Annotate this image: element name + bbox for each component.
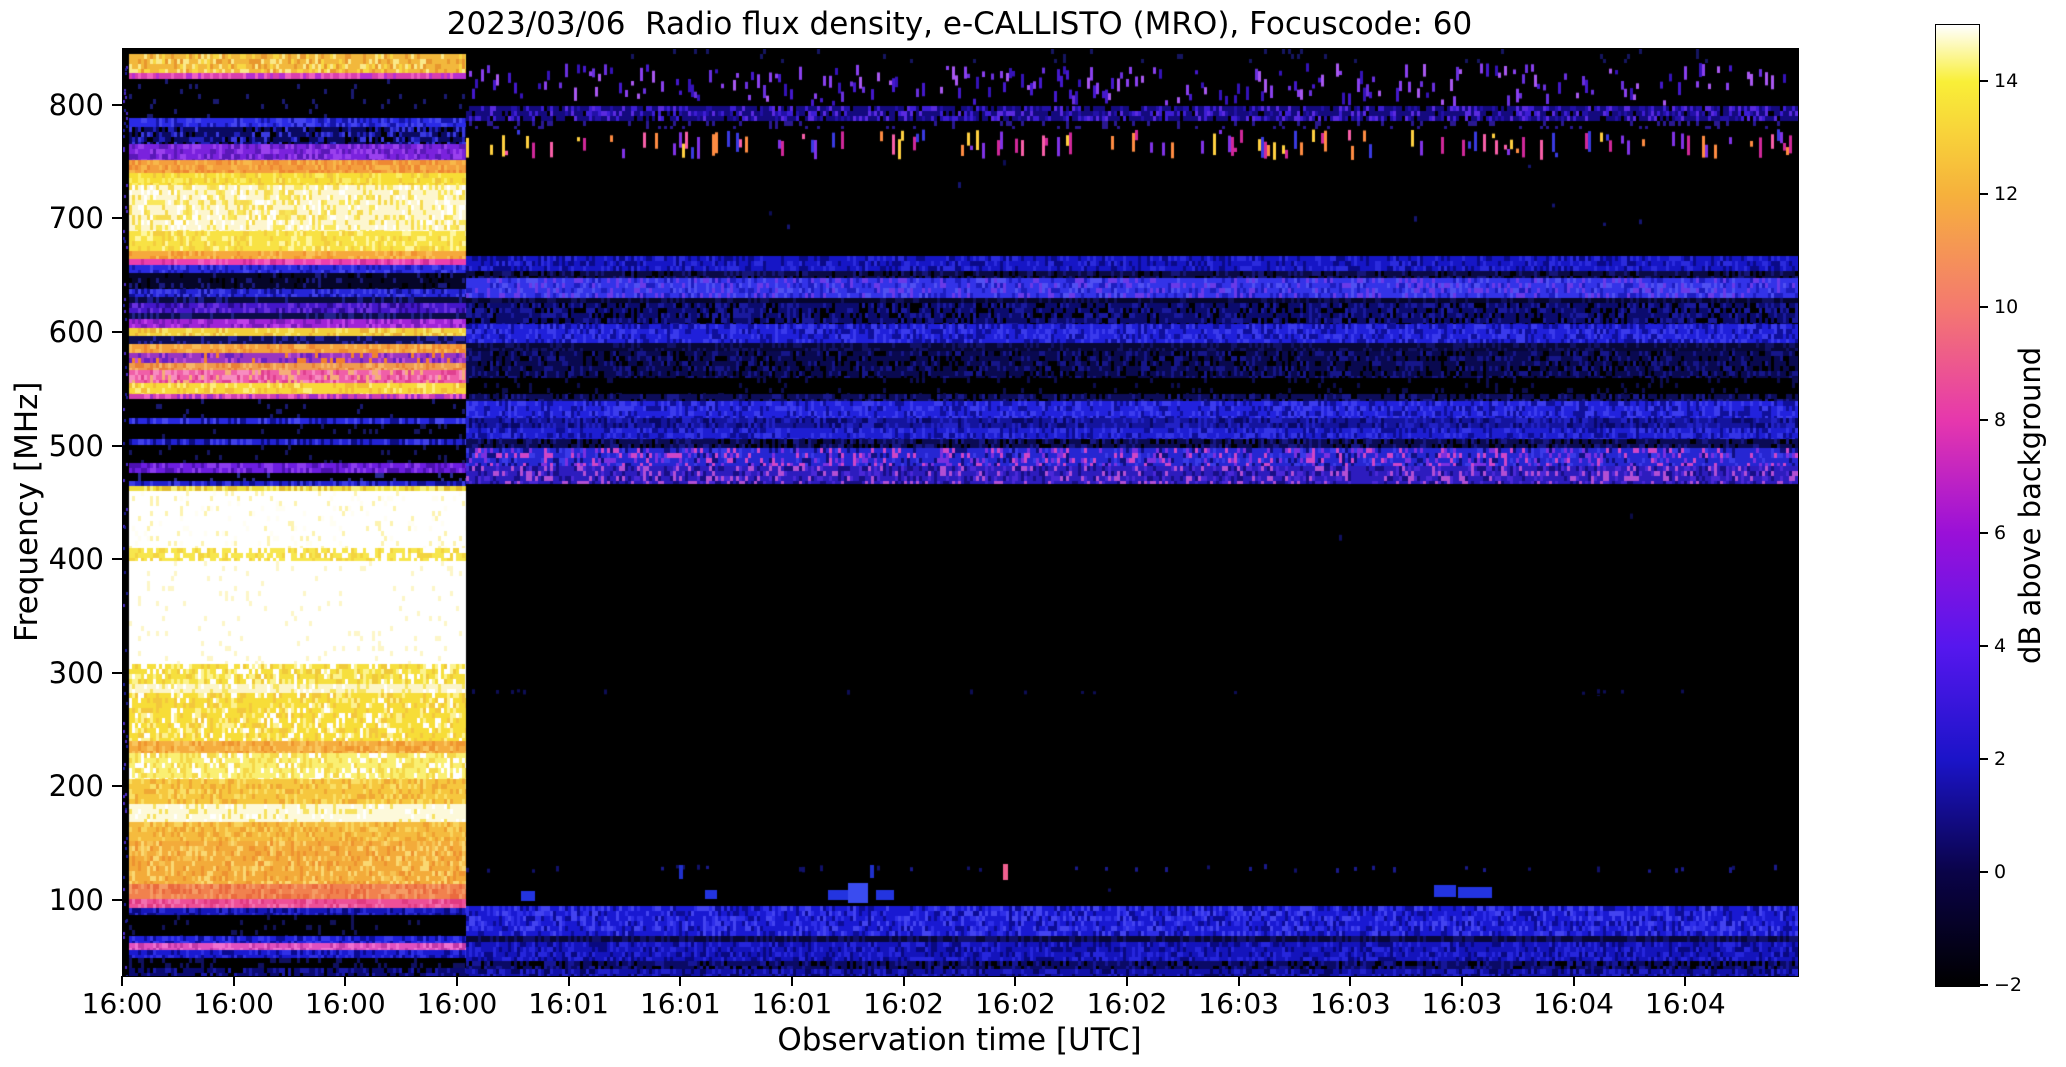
y-tick-mark (112, 899, 122, 902)
x-tick-label: 16:00 (81, 987, 163, 1020)
chart-title: 2023/03/06 Radio flux density, e-CALLIST… (446, 6, 1473, 42)
y-tick-label: 700 (48, 201, 104, 236)
colorbar-tick-mark (1980, 79, 1988, 82)
x-tick-mark (1349, 976, 1352, 986)
colorbar-tick-mark (1980, 418, 1988, 421)
colorbar-tick-mark (1980, 644, 1988, 647)
x-tick-mark (232, 976, 235, 986)
x-tick-label: 16:00 (416, 987, 498, 1020)
y-tick-label: 600 (48, 315, 104, 349)
figure-root: 2023/03/06 Radio flux density, e-CALLIST… (0, 0, 2066, 1067)
colorbar-label: dB above background (2013, 346, 2047, 665)
y-tick-mark (112, 331, 122, 333)
x-tick-label: 16:04 (1533, 987, 1614, 1020)
x-tick-label: 16:01 (639, 987, 721, 1020)
x-tick-mark (1572, 976, 1575, 986)
x-tick-label: 16:03 (1198, 987, 1279, 1020)
y-tick-mark (112, 558, 122, 561)
y-tick-label: 100 (48, 883, 104, 918)
x-tick-label: 16:02 (1086, 987, 1168, 1020)
y-tick-label: 400 (48, 542, 104, 577)
colorbar-tick-label: 2 (1994, 747, 2007, 770)
x-tick-mark (1461, 976, 1463, 986)
x-tick-mark (679, 976, 682, 986)
y-tick-label: 200 (48, 769, 104, 804)
y-tick-label: 500 (48, 428, 104, 463)
x-tick-mark (344, 976, 347, 986)
x-tick-mark (1014, 976, 1017, 986)
colorbar-tick-mark (1980, 305, 1988, 308)
spectrogram-canvas (122, 48, 1799, 977)
y-tick-mark (112, 444, 122, 447)
x-axis-label: Observation time [UTC] (777, 1022, 1142, 1058)
y-tick-label: 800 (48, 87, 104, 122)
colorbar-tick-mark (1980, 984, 1988, 986)
colorbar (1935, 24, 1980, 987)
x-tick-mark (1237, 976, 1240, 986)
x-tick-mark (567, 976, 570, 986)
colorbar-tick-label: 8 (1994, 408, 2007, 431)
x-tick-label: 16:02 (863, 987, 944, 1020)
colorbar-tick-label: 4 (1994, 634, 2007, 657)
colorbar-tick-label: 6 (1994, 521, 2007, 544)
x-tick-mark (1126, 976, 1128, 986)
colorbar-tick-mark (1980, 870, 1988, 873)
x-tick-mark (791, 976, 793, 986)
y-tick-mark (112, 785, 122, 788)
x-tick-mark (121, 976, 123, 986)
y-tick-mark (112, 217, 122, 220)
x-tick-label: 16:02 (974, 987, 1056, 1020)
x-tick-label: 16:03 (1421, 987, 1503, 1020)
x-tick-mark (456, 976, 458, 986)
colorbar-tick-mark (1980, 192, 1988, 195)
x-tick-mark (902, 976, 905, 986)
x-tick-label: 16:01 (751, 987, 833, 1020)
y-tick-mark (112, 103, 122, 106)
x-tick-mark (1684, 976, 1687, 986)
x-tick-label: 16:04 (1644, 987, 1726, 1020)
x-tick-label: 16:01 (528, 987, 609, 1020)
colorbar-tick-label: 0 (1994, 860, 2007, 883)
colorbar-tick-mark (1980, 757, 1988, 760)
y-axis-label: Frequency [MHz] (9, 381, 45, 642)
colorbar-tick-mark (1980, 531, 1988, 534)
x-tick-label: 16:03 (1309, 987, 1391, 1020)
x-tick-label: 16:00 (193, 987, 274, 1020)
y-tick-label: 300 (48, 655, 104, 690)
x-tick-label: 16:00 (304, 987, 386, 1020)
y-tick-mark (112, 671, 122, 674)
